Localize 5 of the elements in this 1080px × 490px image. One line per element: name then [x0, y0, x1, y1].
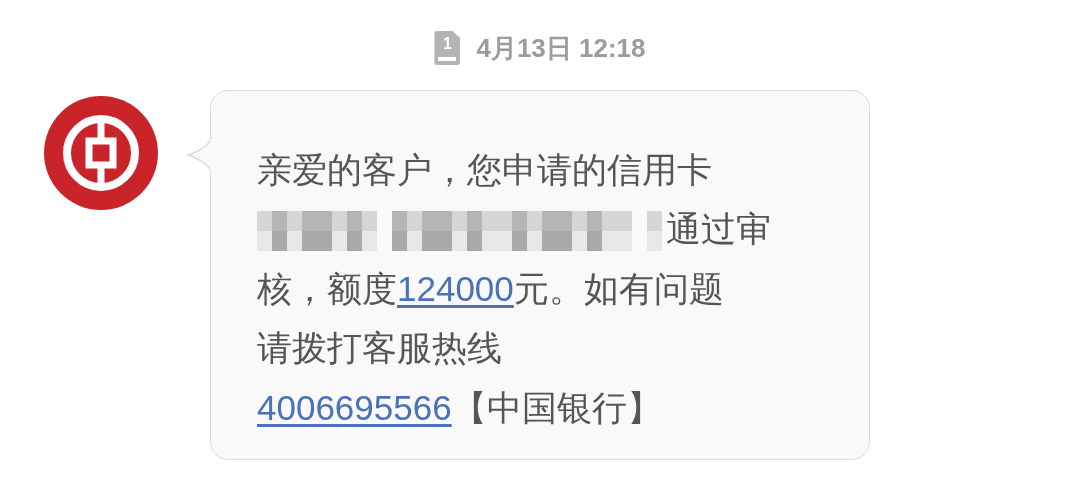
phone-link[interactable]: 4006695566 — [257, 388, 452, 427]
message-text: 亲爱的客户，您申请的信用卡 通过审 核，额度124000元。如有问题 请拨打客服热线 4006695566【中国银行】 — [257, 149, 772, 430]
sim-card-icon: 1 — [434, 31, 461, 65]
phone-link[interactable]: 124000 — [397, 269, 514, 308]
message-timestamp: 4月13日 12:18 — [476, 31, 646, 65]
